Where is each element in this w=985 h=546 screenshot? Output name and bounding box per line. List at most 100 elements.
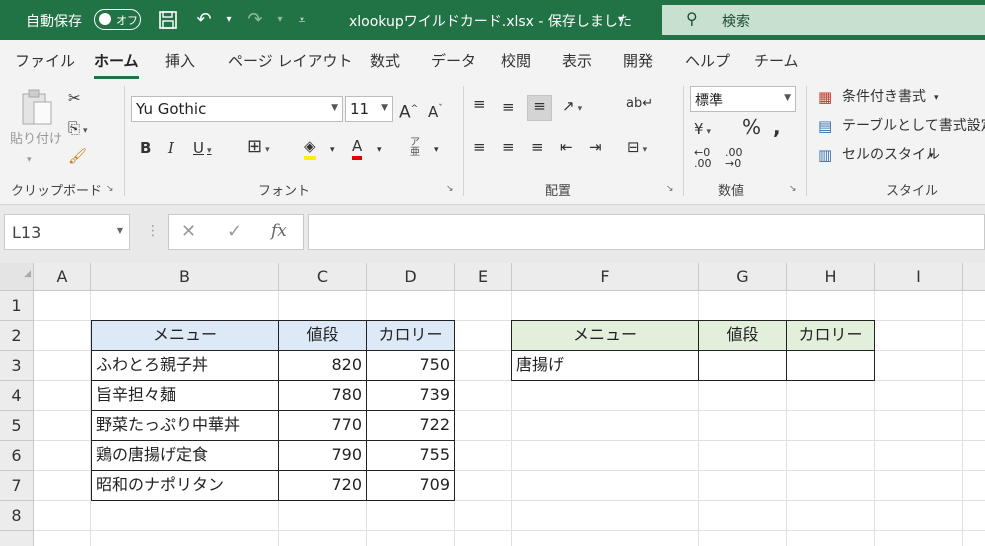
table1-cell-price[interactable]: 820 xyxy=(278,350,367,381)
percent-icon[interactable]: % xyxy=(742,117,761,137)
number-launcher-icon[interactable]: ↘ xyxy=(789,184,797,194)
underline-icon[interactable]: U ▾ xyxy=(193,138,212,161)
chevron-down-icon[interactable]: ▾ xyxy=(929,146,934,166)
cell-styles-button[interactable]: セルのスタイル xyxy=(842,145,940,165)
row-header-8[interactable]: 8 xyxy=(0,501,34,531)
decrease-indent-icon[interactable]: ⇤ xyxy=(560,137,573,157)
align-right-icon[interactable]: ≡ xyxy=(531,137,544,157)
table1-cell-calorie[interactable]: 739 xyxy=(366,380,455,411)
copy-icon[interactable]: ⎘ ▾ xyxy=(68,118,88,141)
column-header-j[interactable] xyxy=(963,263,985,291)
tab-formulas[interactable]: 数式 xyxy=(370,50,400,71)
align-center-icon[interactable]: ≡ xyxy=(502,137,515,157)
paste-label[interactable]: 貼り付け xyxy=(10,130,62,150)
phonetic-dropdown-icon[interactable]: ▾ xyxy=(434,140,439,160)
row-header-2[interactable]: 2 xyxy=(0,321,34,351)
format-as-table-button[interactable]: テーブルとして書式設定 xyxy=(842,116,985,136)
table1-cell-price[interactable]: 780 xyxy=(278,380,367,411)
column-header-e[interactable]: E xyxy=(455,263,512,291)
table1-cell-price[interactable]: 720 xyxy=(278,470,367,501)
table1-cell-menu[interactable]: ふわとろ親子丼 xyxy=(91,350,279,381)
tab-team[interactable]: チーム xyxy=(754,50,799,71)
conditional-format-icon[interactable]: ▦ xyxy=(818,87,832,107)
column-header-c[interactable]: C xyxy=(279,263,367,291)
table1-header-menu[interactable]: メニュー xyxy=(91,320,279,351)
table2-header-menu[interactable]: メニュー xyxy=(511,320,699,351)
table1-cell-price[interactable]: 770 xyxy=(278,410,367,441)
font-launcher-icon[interactable]: ↘ xyxy=(446,184,454,194)
table1-header-price[interactable]: 値段 xyxy=(278,320,367,351)
tab-developer[interactable]: 開発 xyxy=(623,50,653,71)
tab-insert[interactable]: 挿入 xyxy=(165,50,195,71)
currency-icon[interactable]: ¥ ▾ xyxy=(694,119,711,142)
row-header-1[interactable]: 1 xyxy=(0,291,34,321)
table2-header-price[interactable]: 値段 xyxy=(698,320,787,351)
clipboard-launcher-icon[interactable]: ↘ xyxy=(106,184,114,194)
column-header-f[interactable]: F xyxy=(512,263,699,291)
font-color-icon[interactable]: A xyxy=(352,136,363,160)
comma-style-icon[interactable]: , xyxy=(773,117,781,137)
column-header-a[interactable]: A xyxy=(34,263,91,291)
paste-icon[interactable] xyxy=(20,88,54,133)
increase-decimal-icon[interactable]: ←0.00 xyxy=(694,147,712,169)
table1-cell-calorie[interactable]: 750 xyxy=(366,350,455,381)
undo-dropdown-icon[interactable]: ▾ xyxy=(216,6,242,34)
borders-icon[interactable]: ⊞ ▾ xyxy=(247,137,270,160)
bold-icon[interactable]: B xyxy=(140,138,151,158)
column-header-i[interactable]: I xyxy=(875,263,963,291)
font-name-box[interactable]: Yu Gothic ▼ xyxy=(131,96,343,122)
orientation-icon[interactable]: ↗ ▾ xyxy=(562,96,582,119)
fill-color-icon[interactable]: ◈ xyxy=(304,136,316,160)
table2-cell-calorie[interactable] xyxy=(786,350,875,381)
italic-icon[interactable]: I xyxy=(168,138,174,158)
formula-input[interactable] xyxy=(308,214,985,250)
table1-cell-calorie[interactable]: 709 xyxy=(366,470,455,501)
save-icon[interactable] xyxy=(155,6,181,34)
format-painter-icon[interactable]: 🖌 xyxy=(68,146,87,166)
title-dropdown-icon[interactable]: ▾ xyxy=(618,14,623,25)
table1-cell-calorie[interactable]: 755 xyxy=(366,440,455,471)
column-header-b[interactable]: B xyxy=(91,263,279,291)
tab-review[interactable]: 校閲 xyxy=(501,50,531,71)
more-options-icon[interactable]: ⋮ xyxy=(146,223,160,239)
paste-dropdown-icon[interactable]: ▾ xyxy=(27,150,32,170)
table1-header-calorie[interactable]: カロリー xyxy=(366,320,455,351)
row-header-7[interactable]: 7 xyxy=(0,471,34,501)
tab-view[interactable]: 表示 xyxy=(562,50,592,71)
font-color-dropdown-icon[interactable]: ▾ xyxy=(377,140,382,160)
table1-cell-calorie[interactable]: 722 xyxy=(366,410,455,441)
tab-page-layout[interactable]: ページ レイアウト xyxy=(228,50,352,71)
table2-header-calorie[interactable]: カロリー xyxy=(786,320,875,351)
decrease-decimal-icon[interactable]: .00 →0 xyxy=(725,147,743,169)
increase-indent-icon[interactable]: ⇥ xyxy=(589,137,602,157)
table2-cell-price[interactable] xyxy=(698,350,787,381)
font-size-box[interactable]: 11 ▼ xyxy=(345,96,393,122)
insert-function-icon[interactable]: fx xyxy=(271,221,287,241)
name-box[interactable]: L13 ▼ xyxy=(4,214,130,250)
row-header-3[interactable]: 3 xyxy=(0,351,34,381)
undo-icon[interactable]: ↶ xyxy=(191,6,217,34)
conditional-format-button[interactable]: 条件付き書式 xyxy=(842,87,926,107)
row-header-5[interactable]: 5 xyxy=(0,411,34,441)
cancel-icon[interactable]: ✕ xyxy=(181,221,196,242)
table1-cell-menu[interactable]: 旨辛担々麺 xyxy=(91,380,279,411)
row-header-6[interactable]: 6 xyxy=(0,441,34,471)
table2-cell-menu[interactable]: 唐揚げ xyxy=(511,350,699,381)
format-as-table-icon[interactable]: ▤ xyxy=(818,116,832,136)
row-header-9[interactable] xyxy=(0,531,34,546)
customize-qat-icon[interactable]: ⩡ xyxy=(289,6,315,34)
wrap-text-icon[interactable]: ab↵ xyxy=(626,94,653,114)
align-middle-icon[interactable]: ≡ xyxy=(502,97,515,117)
merge-center-icon[interactable]: ⊟ ▾ xyxy=(627,137,647,160)
cut-icon[interactable]: ✂ xyxy=(68,88,81,108)
table1-cell-price[interactable]: 790 xyxy=(278,440,367,471)
align-bottom-icon[interactable]: ≡ xyxy=(527,95,552,121)
column-header-g[interactable]: G xyxy=(699,263,787,291)
table1-cell-menu[interactable]: 鶏の唐揚げ定食 xyxy=(91,440,279,471)
tab-help[interactable]: ヘルプ xyxy=(685,50,730,71)
column-header-d[interactable]: D xyxy=(367,263,455,291)
fill-color-dropdown-icon[interactable]: ▾ xyxy=(330,140,335,160)
enter-icon[interactable]: ✓ xyxy=(227,221,242,242)
phonetic-guide-icon[interactable]: ア亜 xyxy=(410,138,420,158)
autosave-toggle[interactable]: オフ xyxy=(94,9,141,30)
